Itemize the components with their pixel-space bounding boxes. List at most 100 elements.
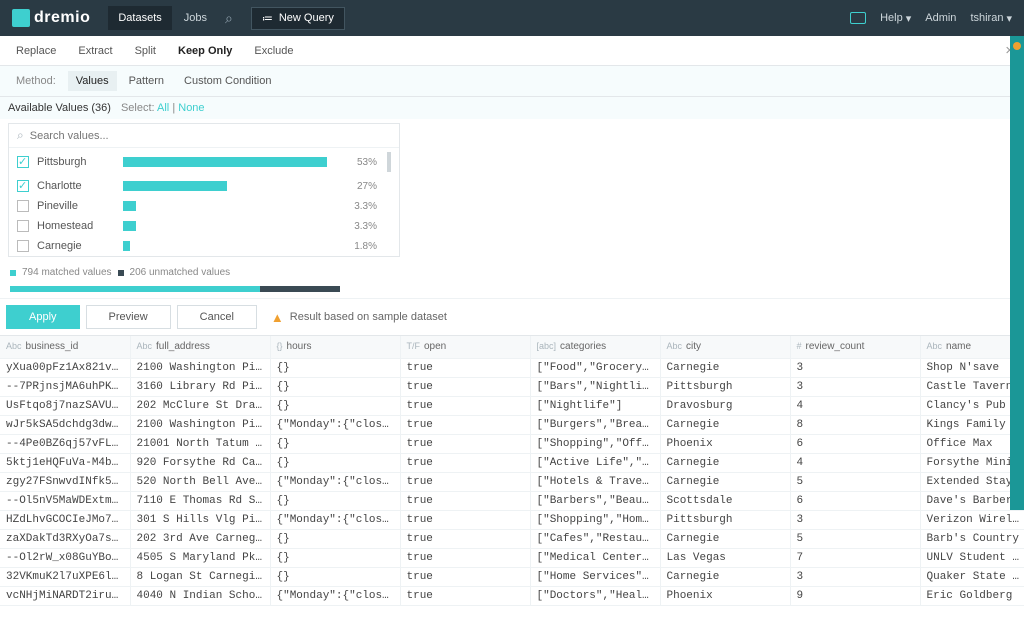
logo-icon xyxy=(12,9,30,27)
cell: ["Nightlife"] xyxy=(530,396,660,415)
value-name: Pineville xyxy=(37,200,115,212)
cell: wJr5kSA5dchdg3dwh6dZ2w xyxy=(0,415,130,434)
checkbox[interactable] xyxy=(17,220,29,232)
search-icon: ⌕ xyxy=(17,128,24,143)
cell: {} xyxy=(270,377,400,396)
new-query-button[interactable]: ≔ New Query xyxy=(251,7,345,30)
cell: ["Shopping","Office Equipment xyxy=(530,434,660,453)
tab-exclude[interactable]: Exclude xyxy=(244,40,303,62)
method-values[interactable]: Values xyxy=(68,71,117,91)
cell: 3 xyxy=(790,567,920,586)
cell: Phoenix xyxy=(660,586,790,605)
column-header[interactable]: T/Fopen xyxy=(400,336,530,358)
cell: 5 xyxy=(790,529,920,548)
cell: Castle Tavern I xyxy=(920,377,1024,396)
table-row[interactable]: 5ktj1eHQFuVa-M4bgnEhBg920 Forsythe Rd Ca… xyxy=(0,453,1024,472)
admin-link[interactable]: Admin xyxy=(925,12,956,24)
value-bar xyxy=(123,241,331,251)
scrollbar[interactable] xyxy=(387,152,391,172)
cell: 301 S Hills Vlg Pittsburgh, P xyxy=(130,510,270,529)
table-row[interactable]: --7PRjnsjMA6uhPKBmW13Q3160 Library Rd Pi… xyxy=(0,377,1024,396)
match-summary: 794 matched values 206 unmatched values xyxy=(0,263,1024,282)
column-header[interactable]: Abccity xyxy=(660,336,790,358)
column-header[interactable]: Abcbusiness_id xyxy=(0,336,130,358)
cell: Quaker State Co xyxy=(920,567,1024,586)
preview-button[interactable]: Preview xyxy=(86,305,171,329)
cell: 3 xyxy=(790,377,920,396)
cell: Clancy's Pub xyxy=(920,396,1024,415)
column-header[interactable]: Abcfull_address xyxy=(130,336,270,358)
value-row[interactable]: Carnegie 1.8% xyxy=(9,236,399,256)
nav-datasets[interactable]: Datasets xyxy=(108,6,171,30)
checkbox[interactable] xyxy=(17,240,29,252)
cell: 32VKmuK2l7uXPE6lXY4Dbg xyxy=(0,567,130,586)
table-row[interactable]: UsFtqo8j7nazSAVUBZMjQQ202 McClure St Dra… xyxy=(0,396,1024,415)
table-row[interactable]: --4Pe0BZ6qj57vFL5mUE0g21001 North Tatum … xyxy=(0,434,1024,453)
tab-extract[interactable]: Extract xyxy=(68,40,122,62)
cell: Pittsburgh xyxy=(660,377,790,396)
method-custom[interactable]: Custom Condition xyxy=(176,71,279,91)
cell: Pittsburgh xyxy=(660,510,790,529)
cell: Phoenix xyxy=(660,434,790,453)
apply-button[interactable]: Apply xyxy=(6,305,80,329)
right-strip xyxy=(1010,36,1024,510)
value-row[interactable]: Pineville 3.3% xyxy=(9,196,399,216)
select-all[interactable]: All xyxy=(157,102,169,114)
table-row[interactable]: zaXDakTd3RXyOa7sMrUElg202 3rd Ave Carneg… xyxy=(0,529,1024,548)
cell: {} xyxy=(270,358,400,377)
table-row[interactable]: yXua00pFz1Ax821vJjDf5w2100 Washington Pi… xyxy=(0,358,1024,377)
cancel-button[interactable]: Cancel xyxy=(177,305,257,329)
cell: 8 Logan St Carnegie Carnegie, xyxy=(130,567,270,586)
checkbox[interactable] xyxy=(17,156,29,168)
tab-keep-only[interactable]: Keep Only xyxy=(168,40,242,62)
value-row[interactable]: Charlotte 27% xyxy=(9,176,399,196)
table-row[interactable]: --Ol2rW_x08GuYBomlg9zw4505 S Maryland Pk… xyxy=(0,548,1024,567)
search-values-input[interactable] xyxy=(30,130,391,142)
cell: ["Cafes","Restaurants"] xyxy=(530,529,660,548)
table-row[interactable]: zgy27FSnwvdINfk5cXBIyQ520 North Bell Ave… xyxy=(0,472,1024,491)
user-menu[interactable]: tshiran▾ xyxy=(970,12,1012,25)
cell: true xyxy=(400,358,530,377)
column-header[interactable]: {}hours xyxy=(270,336,400,358)
cell: Carnegie xyxy=(660,358,790,377)
cell: {} xyxy=(270,529,400,548)
value-bar xyxy=(123,157,331,167)
help-menu[interactable]: Help▾ xyxy=(880,12,911,25)
column-header[interactable]: Abcname xyxy=(920,336,1024,358)
column-header[interactable]: [abc]categories xyxy=(530,336,660,358)
search-icon[interactable]: ⌕ xyxy=(225,10,233,27)
cell: Extended Stay A xyxy=(920,472,1024,491)
results-table[interactable]: Abcbusiness_idAbcfull_address{}hoursT/Fo… xyxy=(0,336,1024,606)
cell: 7110 E Thomas Rd Ste D Scotts xyxy=(130,491,270,510)
table-row[interactable]: wJr5kSA5dchdg3dwh6dZ2w2100 Washington Pi… xyxy=(0,415,1024,434)
table-row[interactable]: --Ol5nV5MaWDExtmRUmKA7110 E Thomas Rd St… xyxy=(0,491,1024,510)
table-row[interactable]: HZdLhvGCOCIeJMo7nPl-RA301 S Hills Vlg Pi… xyxy=(0,510,1024,529)
cell: 7 xyxy=(790,548,920,567)
cell: Las Vegas xyxy=(660,548,790,567)
method-pattern[interactable]: Pattern xyxy=(121,71,172,91)
column-header[interactable]: #review_count xyxy=(790,336,920,358)
cell: Carnegie xyxy=(660,529,790,548)
value-row[interactable]: Homestead 3.3% xyxy=(9,216,399,236)
checkbox[interactable] xyxy=(17,200,29,212)
alert-dot-icon[interactable] xyxy=(1013,42,1021,50)
cell: true xyxy=(400,415,530,434)
cell: zaXDakTd3RXyOa7sMrUElg xyxy=(0,529,130,548)
value-row[interactable]: Pittsburgh 53% xyxy=(9,148,399,176)
tab-split[interactable]: Split xyxy=(125,40,166,62)
checkbox[interactable] xyxy=(17,180,29,192)
cell: Carnegie xyxy=(660,453,790,472)
tab-replace[interactable]: Replace xyxy=(6,40,66,62)
cell: true xyxy=(400,548,530,567)
cell: ["Burgers","Breakfast & Brunc xyxy=(530,415,660,434)
value-bar xyxy=(123,181,331,191)
cell: {} xyxy=(270,491,400,510)
cell: Dave's Barber S xyxy=(920,491,1024,510)
table-row[interactable]: 32VKmuK2l7uXPE6lXY4Dbg8 Logan St Carnegi… xyxy=(0,567,1024,586)
cell: true xyxy=(400,529,530,548)
feedback-icon[interactable] xyxy=(850,12,866,24)
table-row[interactable]: vcNHjMiNARDT2iruww17cA4040 N Indian Scho… xyxy=(0,586,1024,605)
brand-logo: dremio xyxy=(12,9,90,27)
select-none[interactable]: None xyxy=(178,102,204,114)
nav-jobs[interactable]: Jobs xyxy=(174,6,217,30)
